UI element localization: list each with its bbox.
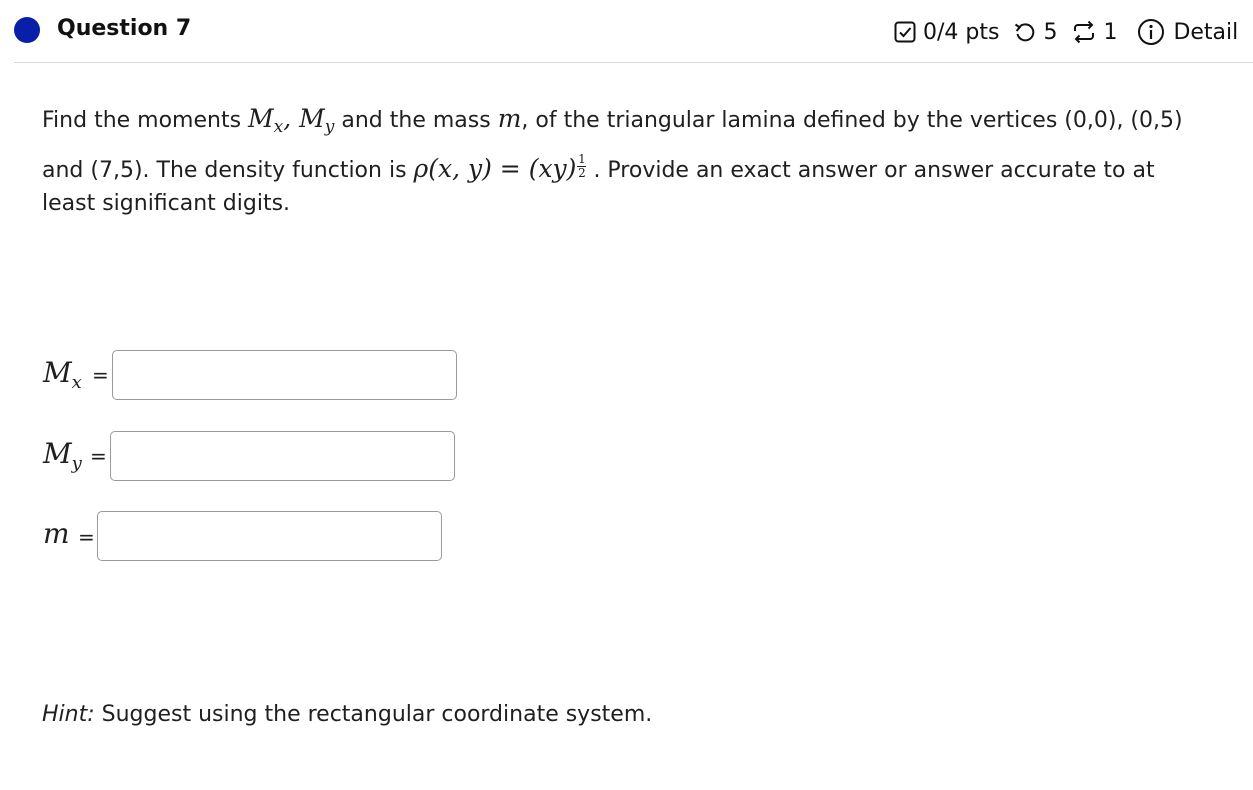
question-page: Question 7 0/4 pts 5 1 Detail Find the m…: [0, 0, 1253, 790]
answer-input-mx[interactable]: [112, 350, 457, 400]
equals-sign: =: [90, 444, 107, 468]
answer-input-mass[interactable]: [97, 511, 442, 561]
question-title: Question 7: [57, 16, 192, 41]
attempts-count: 5: [1043, 19, 1058, 45]
question-meta: 0/4 pts 5 1 Detail: [893, 18, 1238, 46]
points-label: 0/4 pts: [923, 19, 1000, 45]
question-text-segment: Find the moments: [42, 108, 249, 133]
retries-count: 1: [1103, 19, 1118, 45]
equals-sign: =: [92, 363, 109, 387]
mass-symbol: m: [497, 104, 522, 133]
equals-sign: =: [78, 525, 95, 549]
checkbox-icon: [893, 20, 917, 44]
status-dot-icon: [14, 17, 40, 43]
info-icon[interactable]: [1137, 18, 1165, 46]
density-formula: ρ(x, y) = (xy) 1 2: [413, 152, 587, 183]
answer-label-my: My: [43, 437, 82, 474]
hint-label: Hint:: [42, 702, 95, 727]
hint-body: Suggest using the rectangular coordinate…: [94, 702, 653, 727]
answer-label-mx: Mx: [43, 356, 82, 393]
question-text-segment: and the mass: [334, 108, 498, 133]
retry-icon[interactable]: [1071, 20, 1097, 44]
exponent-fraction: 12: [577, 152, 587, 180]
header-divider: [14, 62, 1253, 63]
details-link[interactable]: Detail: [1173, 20, 1238, 45]
undo-icon[interactable]: [1013, 20, 1037, 44]
question-text-segment: . Provide an exact answer or answer accu…: [593, 158, 1155, 183]
question-text-segment: , of the triangular lamina defined by th…: [521, 108, 1183, 133]
question-text-segment: and (7,5). The density function is: [42, 158, 414, 183]
answer-input-my[interactable]: [110, 431, 455, 481]
my-symbol: My: [299, 104, 335, 137]
mx-symbol: Mx: [248, 104, 284, 137]
question-text-segment: least significant digits.: [42, 191, 291, 216]
question-text: Find the moments Mx, My and the mass m, …: [42, 98, 1242, 224]
answer-label-mass: m: [43, 517, 70, 550]
hint-text: Hint: Suggest using the rectangular coor…: [42, 702, 652, 727]
